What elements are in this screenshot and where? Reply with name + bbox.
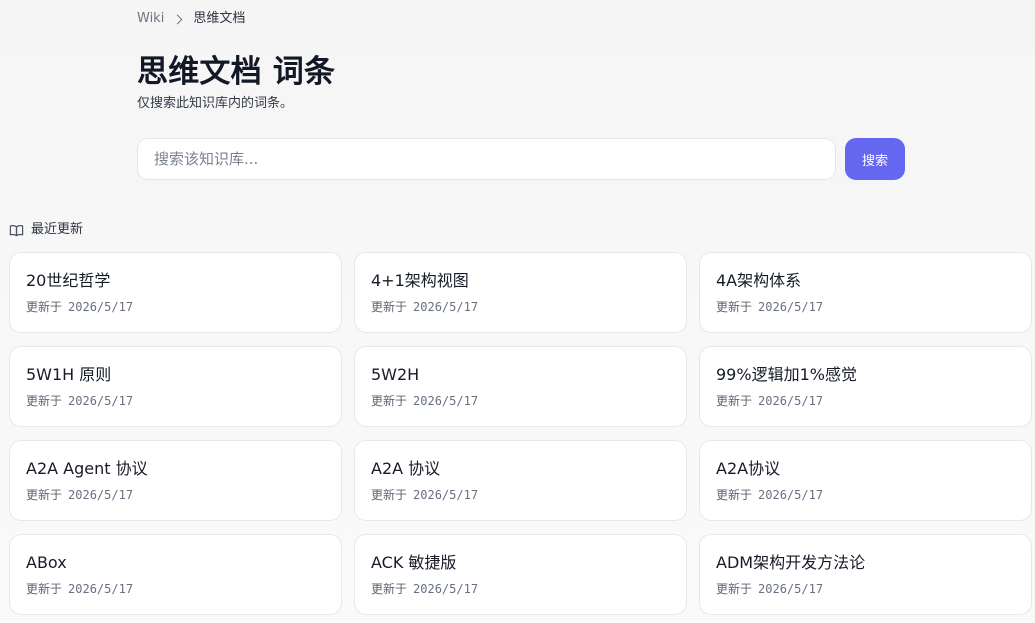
entry-card[interactable]: 4+1架构视图更新于 2026/5/17: [354, 252, 687, 333]
entry-card-date: 2026/5/17: [758, 582, 824, 596]
entry-card[interactable]: 20世纪哲学更新于 2026/5/17: [9, 252, 342, 333]
search-input[interactable]: [137, 138, 836, 180]
entry-card[interactable]: ABox 更新于 2026/5/17: [9, 534, 342, 615]
entry-card-meta: 更新于 2026/5/17: [716, 299, 1015, 315]
entry-card-title: 5W1H 原则: [26, 365, 112, 384]
book-open-icon: [9, 223, 24, 238]
updated-prefix: 更新于: [371, 488, 408, 502]
entry-card-date: 2026/5/17: [758, 300, 824, 314]
entry-card-date: 2026/5/17: [413, 394, 479, 408]
updated-prefix: 更新于: [26, 300, 63, 314]
updated-prefix: 更新于: [26, 488, 63, 502]
entry-card-title: 20世纪哲学: [26, 271, 111, 290]
entry-card[interactable]: 99%逻辑加1%感觉更新于 2026/5/17: [699, 346, 1032, 427]
entry-card-date: 2026/5/17: [68, 394, 134, 408]
breadcrumb-wiki-link[interactable]: Wiki: [137, 10, 164, 28]
updated-prefix: 更新于: [716, 394, 753, 408]
entry-card-date: 2026/5/17: [413, 300, 479, 314]
entry-card-meta: 更新于 2026/5/17: [371, 393, 670, 409]
updated-prefix: 更新于: [716, 582, 753, 596]
entry-card[interactable]: 4A架构体系更新于 2026/5/17: [699, 252, 1032, 333]
page-title: 思维文档 词条: [137, 54, 336, 90]
entry-card-meta: 更新于 2026/5/17: [26, 487, 325, 503]
updated-prefix: 更新于: [371, 582, 408, 596]
entry-card-meta: 更新于 2026/5/17: [716, 581, 1015, 597]
breadcrumb-current: 思维文档: [193, 11, 246, 26]
entry-card-meta: 更新于 2026/5/17: [26, 393, 325, 409]
breadcrumb: Wiki 思维文档: [137, 10, 245, 28]
entry-card-date: 2026/5/17: [413, 582, 479, 596]
entry-card-meta: 更新于 2026/5/17: [371, 581, 670, 597]
entry-card[interactable]: 5W1H 原则更新于 2026/5/17: [9, 346, 342, 427]
entry-card-date: 2026/5/17: [68, 488, 134, 502]
updated-prefix: 更新于: [371, 300, 408, 314]
entry-card-title: ADM架构开发方法论: [716, 553, 866, 572]
entry-card[interactable]: ADM架构开发方法论更新于 2026/5/17: [699, 534, 1032, 615]
updated-prefix: 更新于: [26, 582, 63, 596]
entry-card-title: 4A架构体系: [716, 271, 802, 290]
chevron-right-icon: [172, 14, 183, 24]
entry-card-meta: 更新于 2026/5/17: [371, 299, 670, 315]
entry-card-meta: 更新于 2026/5/17: [371, 487, 670, 503]
entry-card-date: 2026/5/17: [68, 300, 134, 314]
entry-card-title: ABox: [26, 553, 67, 572]
entry-card-meta: 更新于 2026/5/17: [26, 299, 325, 315]
recent-entries-grid: 20世纪哲学 更新于 2026/5/17 4+1架构视图 更新于 2026/5/17 4A架…: [9, 252, 1033, 615]
entry-card-date: 2026/5/17: [68, 582, 134, 596]
entry-card-date: 2026/5/17: [413, 488, 479, 502]
entry-card-meta: 更新于 2026/5/17: [716, 487, 1015, 503]
entry-card-title: 99%逻辑加1%感觉: [716, 365, 857, 384]
entry-card[interactable]: ACK 敏捷版更新于 2026/5/17: [354, 534, 687, 615]
updated-prefix: 更新于: [716, 300, 753, 314]
entry-card-date: 2026/5/17: [758, 488, 824, 502]
entry-card[interactable]: 5W2H 更新于 2026/5/17: [354, 346, 687, 427]
entry-card-meta: 更新于 2026/5/17: [26, 581, 325, 597]
updated-prefix: 更新于: [716, 488, 753, 502]
entry-card-title: 4+1架构视图: [371, 271, 469, 290]
wiki-page: Wiki 思维文档 思维文档 词条 仅搜索此知识库内的词条。 搜索 最近更新 2…: [0, 0, 1035, 623]
recent-updates-label: 最近更新: [31, 222, 84, 237]
search-button[interactable]: 搜索: [845, 138, 905, 180]
entry-card-title: ACK 敏捷版: [371, 553, 457, 572]
updated-prefix: 更新于: [26, 394, 63, 408]
entry-card-title: A2A 协议: [371, 459, 441, 478]
recent-updates-header: 最近更新: [9, 221, 83, 239]
entry-card-meta: 更新于 2026/5/17: [716, 393, 1015, 409]
page-subtitle: 仅搜索此知识库内的词条。: [137, 96, 294, 111]
entry-card-title: 5W2H: [371, 365, 420, 384]
entry-card[interactable]: A2A Agent 协议更新于 2026/5/17: [9, 440, 342, 521]
entry-card-title: A2A Agent 协议: [26, 459, 148, 478]
entry-card-date: 2026/5/17: [758, 394, 824, 408]
entry-card-title: A2A协议: [716, 459, 781, 478]
entry-card[interactable]: A2A协议更新于 2026/5/17: [699, 440, 1032, 521]
search-bar: 搜索: [137, 138, 905, 180]
updated-prefix: 更新于: [371, 394, 408, 408]
entry-card[interactable]: A2A 协议更新于 2026/5/17: [354, 440, 687, 521]
